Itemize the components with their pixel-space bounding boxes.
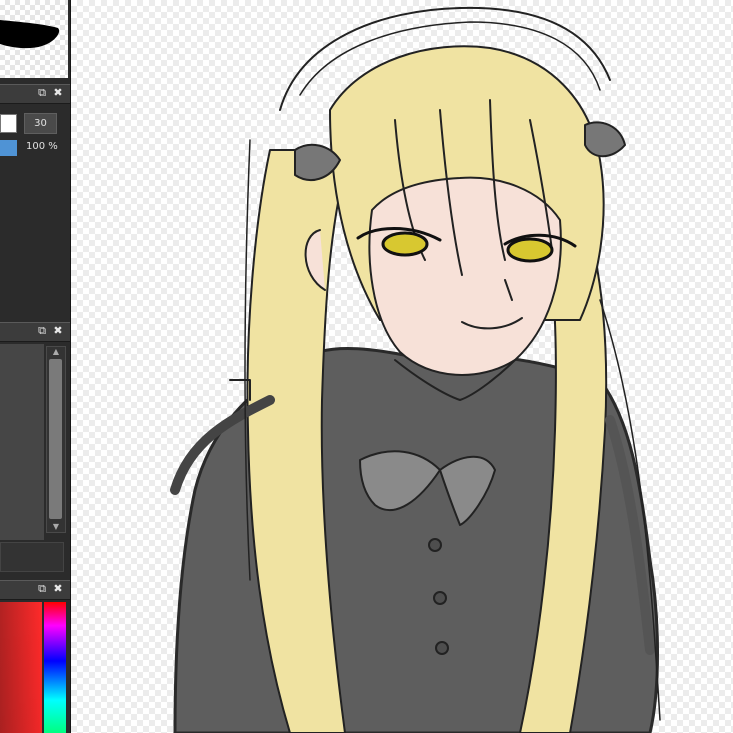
brush-shape-icon bbox=[0, 20, 60, 49]
layer-panel-header: ⧉ ✖ bbox=[0, 322, 70, 342]
layer-scrollbar[interactable]: ▲ ▼ bbox=[46, 346, 66, 533]
scroll-down-icon[interactable]: ▼ bbox=[47, 522, 65, 532]
brush-size-value[interactable]: 30 bbox=[24, 113, 57, 134]
layer-list[interactable] bbox=[0, 344, 44, 540]
scroll-up-icon[interactable]: ▲ bbox=[47, 347, 65, 357]
close-icon[interactable]: ✖ bbox=[52, 87, 64, 99]
close-icon[interactable]: ✖ bbox=[52, 583, 64, 595]
scrollbar-thumb[interactable] bbox=[49, 359, 62, 519]
opacity-slider[interactable] bbox=[0, 140, 17, 156]
layer-footer bbox=[0, 542, 64, 572]
hue-slider[interactable] bbox=[44, 602, 66, 733]
sketch-artwork bbox=[170, 6, 661, 733]
popout-icon[interactable]: ⧉ bbox=[36, 87, 48, 99]
color-saturation-picker[interactable] bbox=[0, 602, 42, 733]
close-icon[interactable]: ✖ bbox=[52, 325, 64, 337]
color-panel-header: ⧉ ✖ bbox=[0, 580, 70, 600]
brush-preview bbox=[0, 0, 68, 78]
brush-panel-header: ⧉ ✖ bbox=[0, 84, 70, 104]
brush-size-swatch[interactable] bbox=[0, 114, 17, 133]
popout-icon[interactable]: ⧉ bbox=[36, 583, 48, 595]
opacity-value: 100 % bbox=[26, 141, 58, 152]
tool-sidebar: ⧉ ✖ 30 100 % ⧉ ✖ ▲ ▼ ⧉ ✖ bbox=[0, 0, 71, 733]
drawing-canvas[interactable] bbox=[71, 0, 733, 733]
popout-icon[interactable]: ⧉ bbox=[36, 325, 48, 337]
